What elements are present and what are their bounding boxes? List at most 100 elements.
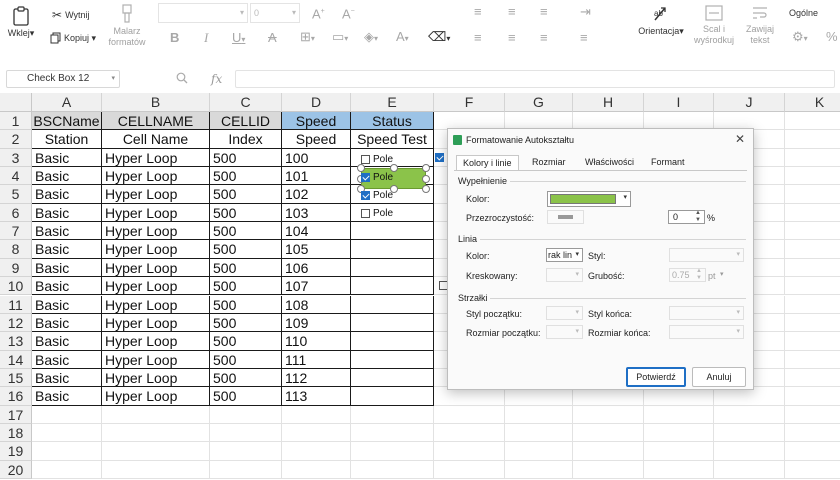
begin-style-select[interactable]: ▾: [546, 306, 583, 320]
cell-a20[interactable]: [32, 460, 102, 479]
cell-b10[interactable]: Hyper Loop: [102, 277, 210, 296]
cell-k10[interactable]: [785, 277, 840, 296]
end-style-select[interactable]: ▾: [669, 306, 744, 320]
line-style-select[interactable]: ▾: [669, 248, 744, 262]
format-painter-button[interactable]: Malarz formatów: [104, 4, 150, 48]
cell-k12[interactable]: [785, 314, 840, 333]
cell-b1[interactable]: CELLNAME: [102, 112, 210, 131]
cell-k1[interactable]: [785, 112, 840, 131]
cell-h20[interactable]: [573, 460, 644, 479]
cell-k3[interactable]: [785, 149, 840, 168]
cell-c5[interactable]: 500: [210, 185, 282, 204]
cell-i17[interactable]: [644, 405, 714, 424]
font-size-select[interactable]: 0 ▾: [250, 3, 300, 23]
cell-c8[interactable]: 500: [210, 240, 282, 259]
cell-a5[interactable]: Basic: [32, 185, 102, 204]
resize-handle[interactable]: [422, 164, 430, 172]
cell-e15[interactable]: [351, 368, 434, 388]
transparency-input[interactable]: 0 ▲ ▼: [668, 210, 705, 224]
column-header-f[interactable]: F: [434, 93, 505, 112]
align-left-icon[interactable]: ≡: [474, 31, 482, 45]
cell-g17[interactable]: [505, 405, 573, 424]
speed-test-checkbox[interactable]: Pole: [361, 208, 393, 219]
cell-e8[interactable]: [351, 240, 434, 259]
cell-c15[interactable]: 500: [210, 368, 282, 388]
cell-d6[interactable]: 103: [282, 203, 351, 223]
cell-a13[interactable]: Basic: [32, 332, 102, 351]
cell-k11[interactable]: [785, 296, 840, 314]
spin-arrows-icon[interactable]: ▲ ▼: [695, 210, 701, 224]
cell-b17[interactable]: [102, 405, 210, 424]
resize-handle[interactable]: [357, 164, 365, 172]
row-header-11[interactable]: 11: [0, 295, 32, 314]
cell-i20[interactable]: [644, 460, 714, 479]
cell-d20[interactable]: [282, 460, 351, 479]
cell-b19[interactable]: [102, 442, 210, 461]
cell-c9[interactable]: 500: [210, 258, 282, 278]
cell-c4[interactable]: 500: [210, 167, 282, 186]
cell-d5[interactable]: 102: [282, 185, 351, 204]
cell-c6[interactable]: 500: [210, 203, 282, 223]
cell-h19[interactable]: [573, 442, 644, 461]
cell-a18[interactable]: [32, 423, 102, 443]
row-header-1[interactable]: 1: [0, 112, 32, 131]
slider-thumb[interactable]: [558, 215, 573, 219]
column-header-j[interactable]: J: [714, 93, 785, 112]
spin-arrows-icon[interactable]: ▲ ▼: [696, 268, 702, 282]
cell-b13[interactable]: Hyper Loop: [102, 332, 210, 351]
font-name-select[interactable]: ▾: [158, 3, 248, 23]
row-header-4[interactable]: 4: [0, 167, 32, 186]
cell-d13[interactable]: 110: [282, 332, 351, 351]
row-header-6[interactable]: 6: [0, 203, 32, 223]
cell-e19[interactable]: [351, 442, 434, 461]
tab-colors-lines[interactable]: Kolory i linie: [456, 155, 519, 171]
cell-d2[interactable]: Speed: [282, 130, 351, 149]
select-all-corner[interactable]: [0, 93, 32, 112]
cell-c11[interactable]: 500: [210, 295, 282, 314]
column-header-c[interactable]: C: [210, 93, 282, 112]
column-header-h[interactable]: H: [573, 93, 644, 112]
cell-a3[interactable]: Basic: [32, 148, 102, 168]
cell-e18[interactable]: [351, 423, 434, 443]
cell-k9[interactable]: [785, 259, 840, 278]
cell-k8[interactable]: [785, 240, 840, 259]
tab-size[interactable]: Rozmiar: [526, 155, 572, 171]
cell-a11[interactable]: Basic: [32, 295, 102, 314]
column-header-b[interactable]: B: [102, 93, 210, 112]
cell-d11[interactable]: 108: [282, 295, 351, 314]
cell-a6[interactable]: Basic: [32, 203, 102, 223]
speed-test-checkbox[interactable]: Pole: [361, 172, 393, 183]
cell-b14[interactable]: Hyper Loop: [102, 350, 210, 369]
resize-handle[interactable]: [390, 164, 398, 172]
line-color-select[interactable]: rak lin ▾: [546, 248, 583, 262]
cell-a19[interactable]: [32, 442, 102, 461]
cell-b16[interactable]: Hyper Loop: [102, 387, 210, 406]
cell-c20[interactable]: [210, 460, 282, 479]
cell-b2[interactable]: Cell Name: [102, 130, 210, 149]
column-header-e[interactable]: E: [351, 93, 434, 112]
cell-g20[interactable]: [505, 460, 573, 479]
cell-j18[interactable]: [714, 423, 785, 443]
cell-f17[interactable]: [434, 405, 505, 424]
row-header-20[interactable]: 20: [0, 460, 32, 479]
cell-e9[interactable]: [351, 258, 434, 278]
cell-k19[interactable]: [785, 442, 840, 461]
column-header-a[interactable]: A: [32, 93, 102, 112]
percent-icon[interactable]: %: [826, 30, 838, 44]
cell-e11[interactable]: [351, 295, 434, 314]
cell-g18[interactable]: [505, 423, 573, 443]
cut-button[interactable]: ✂ Wytnij: [52, 8, 89, 22]
resize-handle[interactable]: [422, 185, 430, 193]
cell-f20[interactable]: [434, 460, 505, 479]
align-top-icon[interactable]: ≡: [474, 5, 482, 19]
cell-c13[interactable]: 500: [210, 332, 282, 351]
cell-d18[interactable]: [282, 423, 351, 443]
cell-b7[interactable]: Hyper Loop: [102, 222, 210, 241]
cell-e10[interactable]: [351, 277, 434, 296]
cell-k6[interactable]: [785, 204, 840, 223]
cell-c14[interactable]: 500: [210, 350, 282, 369]
cell-k16[interactable]: [785, 387, 840, 406]
cell-d9[interactable]: 106: [282, 258, 351, 278]
bold-icon[interactable]: B: [170, 31, 179, 45]
italic-icon[interactable]: I: [204, 31, 208, 45]
